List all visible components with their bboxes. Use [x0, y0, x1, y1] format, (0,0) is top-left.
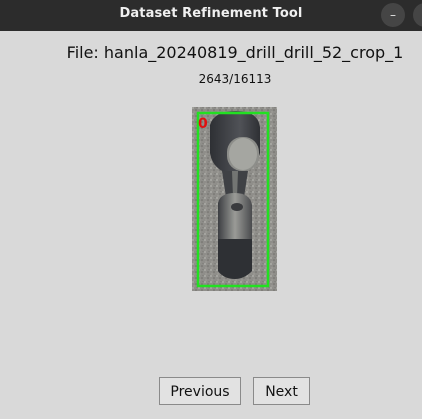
minimize-button[interactable]: – — [381, 3, 405, 27]
file-name-label: File: hanla_20240819_drill_drill_52_crop… — [66, 43, 404, 62]
window-title: Dataset Refinement Tool — [119, 6, 303, 21]
drill-image: 0 — [192, 107, 277, 291]
next-button[interactable]: Next — [253, 377, 310, 405]
app-window: Dataset Refinement Tool – File: hanla_20… — [0, 0, 422, 419]
progress-counter: 2643/16113 — [198, 72, 272, 86]
title-bar[interactable]: Dataset Refinement Tool – — [0, 0, 422, 31]
previous-button[interactable]: Previous — [159, 377, 241, 405]
class-label: 0 — [198, 116, 208, 132]
image-preview: 0 — [192, 107, 277, 291]
